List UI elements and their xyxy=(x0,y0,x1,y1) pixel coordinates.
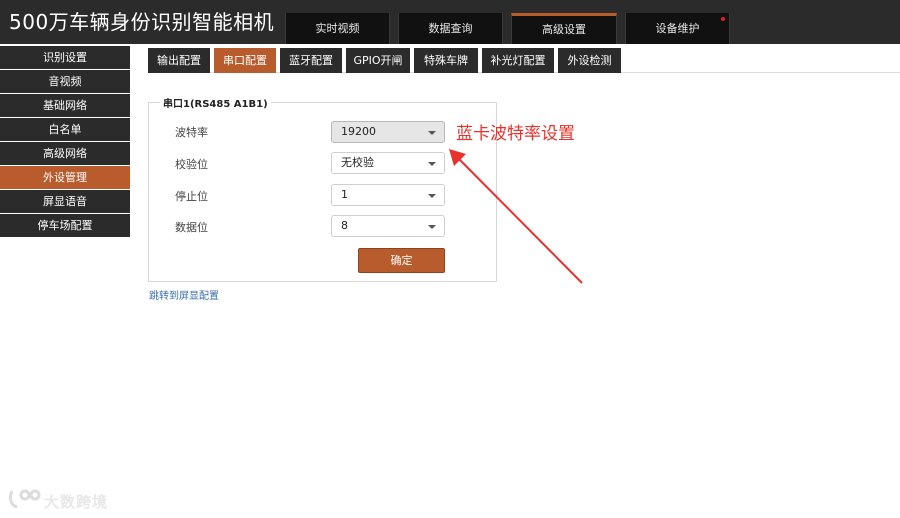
annotation-arrow-icon xyxy=(449,149,583,284)
watermark-logo-icon xyxy=(8,489,41,509)
watermark-text: 大数跨境 xyxy=(44,493,109,511)
